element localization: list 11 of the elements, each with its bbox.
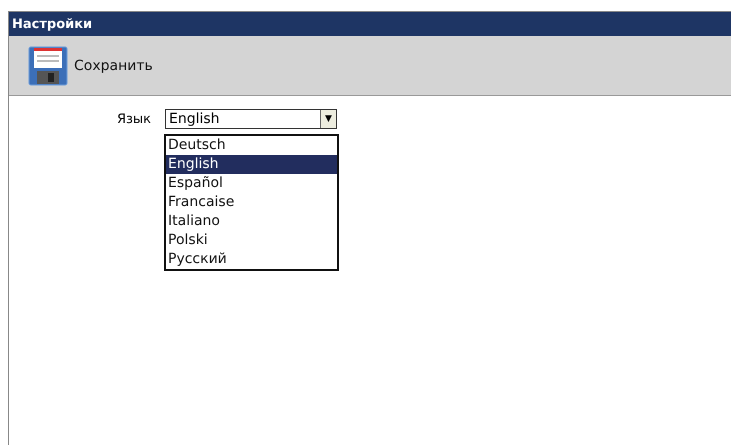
language-option[interactable]: Francaise — [166, 193, 337, 212]
window-title: Настройки — [9, 12, 731, 36]
language-label: Язык — [116, 112, 152, 126]
save-button[interactable]: Сохранить — [28, 46, 153, 86]
language-option[interactable]: English — [166, 155, 337, 174]
language-dropdown[interactable]: English ▼ — [165, 109, 337, 129]
language-option[interactable]: Русский — [166, 250, 337, 269]
language-option[interactable]: Polski — [166, 231, 337, 250]
language-option[interactable]: Español — [166, 174, 337, 193]
language-option[interactable]: Deutsch — [166, 136, 337, 155]
language-option[interactable]: Italiano — [166, 212, 337, 231]
